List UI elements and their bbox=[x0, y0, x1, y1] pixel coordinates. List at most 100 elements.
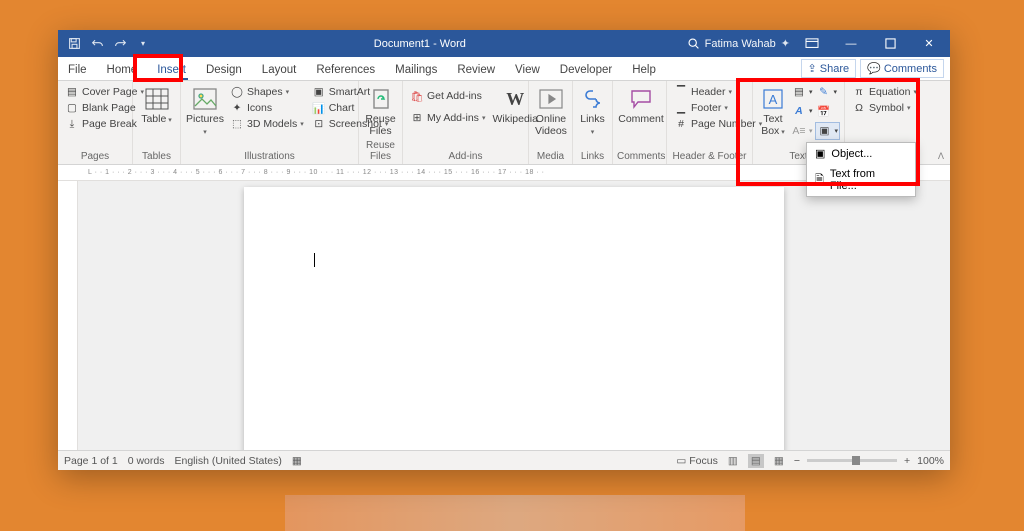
group-label: Header & Footer bbox=[671, 151, 748, 164]
tab-help[interactable]: Help bbox=[622, 60, 666, 80]
vertical-ruler[interactable] bbox=[58, 181, 78, 450]
object-icon: ▣ bbox=[817, 124, 831, 138]
datetime-icon: 📅 bbox=[816, 104, 830, 118]
window-title: Document1 - Word bbox=[153, 38, 687, 50]
zoom-level[interactable]: 100% bbox=[917, 455, 944, 467]
status-bar: Page 1 of 1 0 words English (United Stat… bbox=[58, 450, 950, 470]
word-window: ▾ Document1 - Word Fatima Wahab ✦ — ✕ Fi… bbox=[58, 30, 950, 470]
tab-insert[interactable]: Insert bbox=[147, 60, 196, 80]
tab-design[interactable]: Design bbox=[196, 60, 252, 80]
group-label: Reuse Files bbox=[363, 140, 398, 164]
textbox-icon: A bbox=[760, 86, 786, 112]
shapes-button[interactable]: ◯Shapes bbox=[227, 84, 307, 100]
language-status[interactable]: English (United States) bbox=[174, 455, 281, 467]
reuse-icon bbox=[368, 86, 394, 112]
group-label: Illustrations bbox=[185, 151, 354, 164]
links-button[interactable]: Links bbox=[577, 84, 608, 139]
break-icon: ⤓ bbox=[65, 117, 79, 131]
symbol-icon: Ω bbox=[852, 101, 866, 115]
shapes-icon: ◯ bbox=[230, 85, 244, 99]
svg-text:A: A bbox=[769, 92, 778, 107]
document-area bbox=[58, 181, 950, 450]
zoom-slider[interactable] bbox=[807, 459, 897, 462]
tab-mailings[interactable]: Mailings bbox=[385, 60, 447, 80]
collapse-ribbon-button[interactable]: ᐱ bbox=[938, 151, 944, 162]
quickparts-icon: ▤ bbox=[792, 85, 806, 99]
share-button[interactable]: ⇪Share bbox=[801, 59, 857, 78]
ribbon-tabs: File Home Insert Design Layout Reference… bbox=[58, 57, 950, 81]
table-button[interactable]: Table bbox=[137, 84, 176, 128]
footer-button[interactable]: ▁Footer bbox=[671, 100, 765, 116]
date-time-button[interactable]: 📅 bbox=[815, 103, 831, 119]
video-icon bbox=[538, 86, 564, 112]
comment-icon bbox=[628, 86, 654, 112]
text-box-button[interactable]: A Text Box bbox=[757, 84, 789, 139]
undo-icon[interactable] bbox=[87, 34, 107, 54]
tab-developer[interactable]: Developer bbox=[550, 60, 622, 80]
save-icon[interactable] bbox=[64, 34, 84, 54]
wordart-button[interactable]: A▾ bbox=[791, 103, 814, 119]
quick-parts-button[interactable]: ▤▾ bbox=[791, 84, 814, 100]
page-icon: ▢ bbox=[65, 101, 79, 115]
titlebar: ▾ Document1 - Word Fatima Wahab ✦ — ✕ bbox=[58, 30, 950, 57]
3d-models-button[interactable]: ⬚3D Models bbox=[227, 116, 307, 132]
zoom-out-button[interactable]: − bbox=[794, 455, 800, 467]
picture-icon bbox=[192, 86, 218, 112]
comment-button[interactable]: Comment bbox=[617, 84, 665, 128]
pagenum-icon: # bbox=[674, 117, 688, 131]
user-name[interactable]: Fatima Wahab bbox=[705, 38, 776, 50]
macro-icon[interactable]: ▦ bbox=[292, 455, 302, 467]
drop-cap-button[interactable]: A≡▾ bbox=[791, 122, 814, 140]
tab-review[interactable]: Review bbox=[447, 60, 505, 80]
page-icon: ▤ bbox=[65, 85, 79, 99]
get-addins-button[interactable]: 🛍Get Add-ins bbox=[407, 88, 488, 104]
tab-layout[interactable]: Layout bbox=[252, 60, 307, 80]
search-icon[interactable] bbox=[687, 37, 700, 50]
zoom-in-button[interactable]: + bbox=[904, 455, 910, 467]
store-icon: 🛍 bbox=[410, 89, 424, 103]
comments-button[interactable]: 💬Comments bbox=[860, 59, 944, 78]
tab-references[interactable]: References bbox=[306, 60, 385, 80]
menu-object[interactable]: ▣Object... bbox=[807, 143, 915, 164]
focus-mode[interactable]: ▭ Focus bbox=[676, 455, 717, 467]
screenshot-icon: ⊡ bbox=[312, 117, 326, 131]
page-status[interactable]: Page 1 of 1 bbox=[64, 455, 118, 467]
icons-button[interactable]: ✦Icons bbox=[227, 100, 307, 116]
pictures-button[interactable]: Pictures bbox=[185, 84, 225, 139]
close-button[interactable]: ✕ bbox=[912, 30, 946, 57]
maximize-button[interactable] bbox=[873, 30, 907, 57]
object-dropdown-button[interactable]: ▣▾ bbox=[815, 122, 840, 140]
minimize-button[interactable]: — bbox=[834, 30, 868, 57]
online-videos-button[interactable]: Online Videos bbox=[533, 84, 569, 139]
header-button[interactable]: ▔Header bbox=[671, 84, 765, 100]
read-mode-icon[interactable]: ▥ bbox=[725, 454, 741, 468]
page-number-button[interactable]: #Page Number bbox=[671, 116, 765, 132]
object-icon: ▣ bbox=[815, 147, 825, 160]
redo-icon[interactable] bbox=[110, 34, 130, 54]
page[interactable] bbox=[244, 187, 784, 450]
tab-file[interactable]: File bbox=[58, 60, 97, 80]
badge-icon[interactable]: ✦ bbox=[781, 37, 790, 50]
print-layout-icon[interactable]: ▤ bbox=[748, 454, 764, 468]
equation-icon: π bbox=[852, 85, 866, 99]
symbol-button[interactable]: ΩSymbol bbox=[849, 100, 920, 116]
text-cursor bbox=[314, 253, 315, 267]
signature-line-button[interactable]: ✎▾ bbox=[815, 84, 838, 100]
qat-customize-icon[interactable]: ▾ bbox=[133, 34, 153, 54]
web-layout-icon[interactable]: ▦ bbox=[771, 454, 787, 468]
tab-home[interactable]: Home bbox=[97, 60, 148, 80]
tab-view[interactable]: View bbox=[505, 60, 550, 80]
canvas[interactable] bbox=[78, 181, 950, 450]
table-icon bbox=[144, 86, 170, 112]
my-addins-button[interactable]: ⊞My Add-ins bbox=[407, 110, 488, 126]
equation-button[interactable]: πEquation bbox=[849, 84, 920, 100]
wordart-icon: A bbox=[792, 104, 806, 118]
ribbon-display-icon[interactable] bbox=[795, 30, 829, 57]
object-dropdown-menu: ▣Object... 🗎Text from File... bbox=[806, 142, 916, 197]
menu-text-from-file[interactable]: 🗎Text from File... bbox=[807, 164, 915, 196]
reuse-files-button[interactable]: Reuse Files bbox=[363, 84, 398, 139]
share-icon: ⇪ bbox=[808, 62, 817, 75]
chart-icon: 📊 bbox=[312, 101, 326, 115]
word-count[interactable]: 0 words bbox=[128, 455, 165, 467]
group-label: Links bbox=[577, 151, 608, 164]
